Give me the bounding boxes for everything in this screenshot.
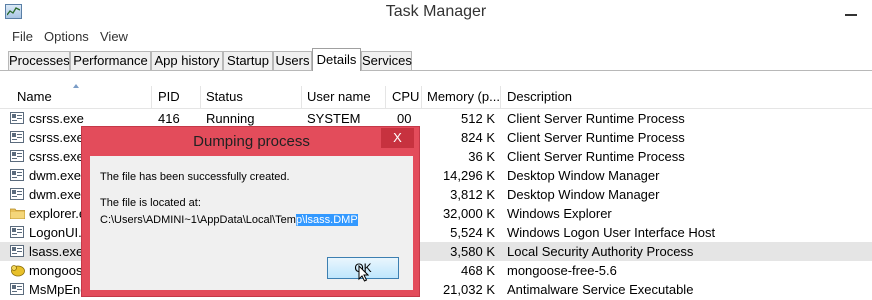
table-header: Name PID Status User name CPU Memory (p.… <box>0 86 872 109</box>
column-pid[interactable]: PID <box>158 89 180 104</box>
tab-app-history[interactable]: App history <box>151 51 223 70</box>
cell-memory: 36 K <box>468 149 495 164</box>
process-icon <box>10 283 24 295</box>
column-status[interactable]: Status <box>206 89 243 104</box>
column-description[interactable]: Description <box>507 89 572 104</box>
menu-bar: File Options View <box>0 27 872 47</box>
folder-icon <box>10 208 25 219</box>
cell-name: lsass.exe <box>29 244 84 259</box>
dialog-message: The file has been successfully created. <box>100 171 290 183</box>
cell-description: Client Server Runtime Process <box>507 149 685 164</box>
mongoose-icon <box>11 265 25 277</box>
cell-status: Running <box>206 111 255 126</box>
dialog-body: The file has been successfully created. … <box>90 156 413 290</box>
column-divider[interactable] <box>421 86 422 108</box>
tab-processes[interactable]: Processes <box>8 51 70 70</box>
tab-details[interactable]: Details <box>312 48 361 71</box>
tab-users[interactable]: Users <box>273 51 312 70</box>
process-icon <box>10 112 24 124</box>
cell-memory: 5,524 K <box>450 225 495 240</box>
column-name[interactable]: Name <box>17 89 52 104</box>
column-user-name[interactable]: User name <box>307 89 371 104</box>
tab-services[interactable]: Services <box>361 51 412 70</box>
cell-memory: 3,812 K <box>450 187 495 202</box>
window-title: Task Manager <box>385 3 487 20</box>
title-bar: Task Manager <box>0 0 872 26</box>
tab-performance[interactable]: Performance <box>70 51 151 70</box>
cell-description: Windows Explorer <box>507 206 612 221</box>
cell-memory: 32,000 K <box>442 206 495 221</box>
menu-options[interactable]: Options <box>44 29 89 44</box>
mouse-cursor-icon <box>358 265 369 282</box>
cell-description: Client Server Runtime Process <box>507 130 685 145</box>
cell-name: dwm.exe <box>29 187 82 202</box>
cell-name: csrss.exe <box>29 130 84 145</box>
minimize-icon <box>845 14 857 16</box>
cell-name: csrss.exe <box>29 149 84 164</box>
dialog-title: Dumping process <box>193 133 310 150</box>
process-icon <box>10 188 24 200</box>
column-divider[interactable] <box>200 86 201 108</box>
column-memory[interactable]: Memory (p... <box>427 89 500 104</box>
dialog-close-button[interactable]: X <box>381 128 414 148</box>
cell-description: Desktop Window Manager <box>507 168 660 183</box>
cell-description: mongoose-free-5.6 <box>507 263 617 278</box>
cell-description: Windows Logon User Interface Host <box>507 225 716 240</box>
cell-description: Antimalware Service Executable <box>507 282 694 297</box>
cell-cpu: 00 <box>397 111 412 126</box>
process-icon <box>10 150 24 162</box>
cell-name: csrss.exe <box>29 111 84 126</box>
cell-name: mongoos <box>29 263 83 278</box>
column-divider[interactable] <box>301 86 302 108</box>
cell-name: MsMpEng <box>29 282 88 297</box>
cell-name: dwm.exe <box>29 168 82 183</box>
file-path-selection: p\lsass.DMP <box>295 214 358 226</box>
cell-name: LogonUI.e <box>29 225 89 240</box>
cell-pid: 416 <box>158 111 180 126</box>
cell-memory: 824 K <box>461 130 495 145</box>
cell-user: SYSTEM <box>307 111 361 126</box>
file-path-text: C:\Users\ADMINI~1\AppData\Local\Tem <box>100 214 296 226</box>
cell-name: explorer.e <box>29 206 87 221</box>
column-cpu[interactable]: CPU <box>392 89 419 104</box>
column-divider[interactable] <box>151 86 152 108</box>
dialog-file-path[interactable]: C:\Users\ADMINI~1\AppData\Local\Temp\lsa… <box>100 214 358 226</box>
dumping-process-dialog: Dumping process X The file has been succ… <box>81 126 420 297</box>
cell-description: Desktop Window Manager <box>507 187 660 202</box>
cell-memory: 21,032 K <box>442 282 495 297</box>
minimize-button[interactable] <box>833 0 872 24</box>
cell-memory: 3,580 K <box>450 244 495 259</box>
column-divider[interactable] <box>500 86 501 108</box>
process-icon <box>10 169 24 181</box>
dialog-location-label: The file is located at: <box>100 197 201 209</box>
menu-file[interactable]: File <box>12 29 33 44</box>
process-icon <box>10 131 24 143</box>
cell-description: Client Server Runtime Process <box>507 111 685 126</box>
column-divider[interactable] <box>385 86 386 108</box>
tab-strip-divider <box>0 70 872 71</box>
tab-startup[interactable]: Startup <box>223 51 273 70</box>
process-icon <box>10 226 24 238</box>
cell-description: Local Security Authority Process <box>507 244 694 259</box>
process-icon <box>10 245 24 257</box>
cell-memory: 512 K <box>461 111 495 126</box>
cell-memory: 14,296 K <box>442 168 495 183</box>
cell-memory: 468 K <box>461 263 495 278</box>
menu-view[interactable]: View <box>100 29 128 44</box>
